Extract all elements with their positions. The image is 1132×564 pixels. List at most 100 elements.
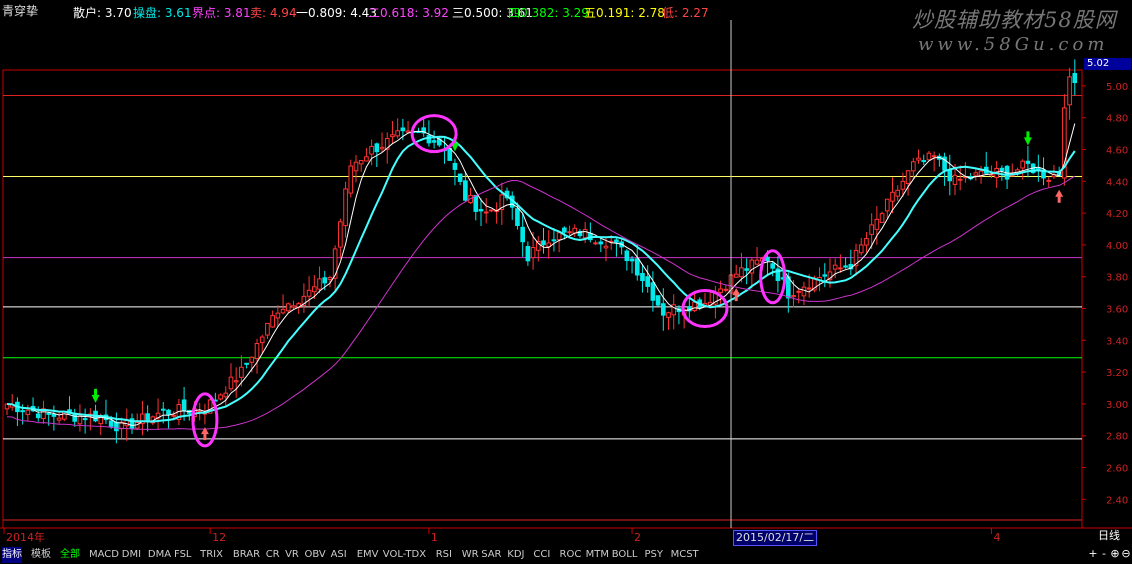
candle-body [530,247,536,259]
candle-body [270,315,275,328]
tab-cr[interactable]: CR [266,547,280,563]
tab-cci[interactable]: CCI [533,547,550,563]
candle-body [843,265,848,268]
candle-body [1072,73,1078,84]
candle-body [166,409,171,415]
candle-body [926,152,932,161]
candle-body [744,268,749,271]
candle-body [640,272,645,282]
tab-fsl[interactable]: FSL [174,547,192,563]
indicator-operator: 操盘: 3.61 [133,6,192,20]
candle-body [900,180,906,190]
candle-body [1020,160,1026,169]
candle-body [733,273,739,278]
candle-body [82,418,88,421]
tab-emv[interactable]: EMV [357,547,379,563]
y-tick-label: 3.00 [1106,400,1128,411]
y-tick-label: 3.80 [1106,273,1128,284]
tab-vr[interactable]: VR [285,547,299,563]
candle-body [582,229,588,239]
candle-body [181,399,187,412]
tab-模板[interactable]: 模板 [31,547,51,563]
tab-roc[interactable]: ROC [560,547,582,563]
candle-body [723,288,729,291]
tab-brar[interactable]: BRAR [233,547,260,563]
candle-body [348,165,354,194]
candle-body [327,276,333,280]
candle-body [353,161,359,172]
candle-body [864,238,869,246]
stock-name: 青穿挚 [2,4,39,18]
candle-body [916,157,921,161]
y-tick-label: 3.40 [1106,336,1128,347]
indicator-tab-bar: 指标 模板 全部 MACD DMI DMA FSL TRIX BRAR CR VR OBV ASI EMV… [0,546,1132,564]
candle-body [463,180,468,201]
tab-macd[interactable]: MACD [89,547,119,563]
candle-body [869,224,874,235]
candle-body [108,420,114,427]
candle-body [832,264,838,270]
candle-body [624,250,630,262]
candle-body [905,170,911,184]
y-axis-ticks: 5.00 4.80 4.60 4.40 4.20 4.00 3.80 3.60 3.40 3.20… [1082,82,1128,506]
candle-body [51,413,57,417]
candle-body [739,267,744,278]
candle-body [395,130,400,137]
collapse-button[interactable]: ⊖ [1119,546,1132,562]
candle-body [291,305,296,308]
period-label[interactable]: 日线 [1086,528,1132,544]
candle-body [265,322,270,336]
x-tick-label: 12 [212,531,226,544]
candle-body [879,213,885,223]
y-tick-label: 2.40 [1106,495,1128,506]
tab-obv[interactable]: OBV [305,547,326,563]
tab-mcst[interactable]: MCST [671,547,699,563]
tab-trix[interactable]: TRIX [200,547,223,563]
tab-mtm[interactable]: MTM [586,547,609,563]
candle-body [660,303,666,316]
candle-body [390,134,395,138]
x-tick-label: 1 [431,531,438,544]
tab-boll[interactable]: BOLL [612,547,638,563]
y-tick-label: 4.00 [1106,241,1128,252]
candle-body [525,245,531,262]
indicator-retail: 散户: 3.70 [73,6,132,20]
candle-body [666,312,671,318]
candle-body [796,290,802,293]
indicator-sell: 卖: 4.94 [250,6,297,20]
candlestick-chart[interactable]: 5.00 4.80 4.60 4.40 4.20 4.00 3.80 3.60 3.40 3.20… [0,0,1132,546]
candle-body [947,169,953,182]
tab-psy[interactable]: PSY [645,547,664,563]
candle-body [884,198,890,212]
tab-dmi[interactable]: DMI [122,547,141,563]
candle-body [483,211,489,214]
y-tick-label: 2.80 [1106,432,1128,443]
tab-kdj[interactable]: KDJ [507,547,524,563]
tab-rsi[interactable]: RSI [436,547,452,563]
candle-body [785,276,791,299]
signals [91,114,1064,448]
candle-body [556,232,562,241]
tab-vol-tdx[interactable]: VOL-TDX [383,547,426,563]
candle-body [806,287,812,290]
candle-body [562,227,567,233]
candle-body [343,188,348,227]
axis-layer [0,69,1132,529]
candle-body [447,147,453,161]
candle-body [603,245,609,249]
candle-body [322,277,328,284]
candle-body [249,356,255,363]
candle-body [921,160,927,163]
tab-全部[interactable]: 全部 [60,547,80,563]
tab-指标[interactable]: 指标 [2,547,22,563]
watermark-url: www.58Gu.com [918,34,1109,55]
candle-body [452,162,458,170]
candle-body [650,282,656,301]
tab-wr[interactable]: WR [462,547,479,563]
tab-dma[interactable]: DMA [148,547,171,563]
tab-asi[interactable]: ASI [331,547,347,563]
candle-body [400,127,406,132]
tab-sar[interactable]: SAR [481,547,501,563]
candle-body [952,174,958,185]
candle-body [692,301,697,312]
